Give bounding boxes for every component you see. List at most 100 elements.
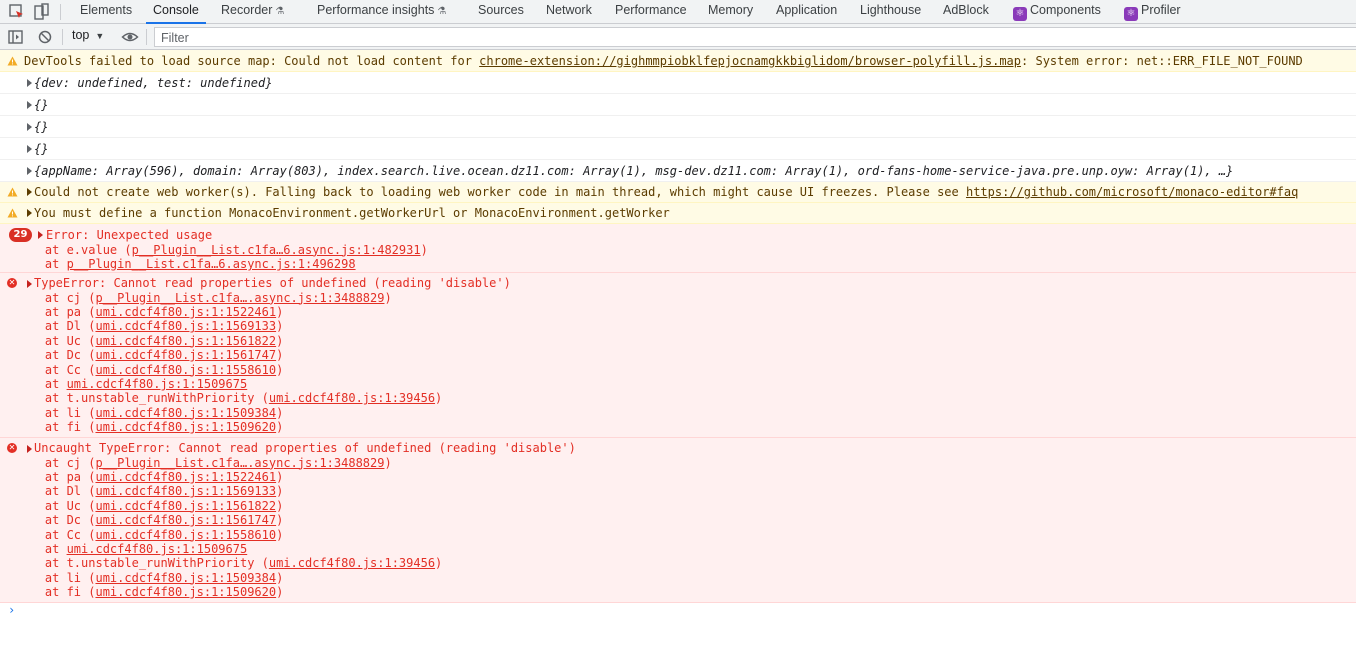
stack-frame-link[interactable]: p__Plugin__List.c1fa…6.async.js:1:496298 bbox=[67, 257, 356, 271]
tab-sources[interactable]: Sources bbox=[478, 0, 524, 24]
stack-frame-link[interactable]: umi.cdcf4f80.js:1:1509675 bbox=[67, 377, 248, 391]
toolbar-divider bbox=[60, 4, 61, 20]
tab-performance-insights[interactable]: Performance insights ⚗ bbox=[317, 0, 446, 24]
expand-arrow-icon[interactable] bbox=[27, 145, 32, 153]
stack-frame: at Uc (umi.cdcf4f80.js:1:1561822) bbox=[16, 334, 283, 348]
console-log-row[interactable]: {} bbox=[0, 116, 1356, 138]
stack-frame-link[interactable]: umi.cdcf4f80.js:1:1522461 bbox=[95, 470, 276, 484]
clear-console-icon[interactable] bbox=[36, 28, 54, 46]
tab-network[interactable]: Network bbox=[546, 0, 592, 24]
stack-frame-link[interactable]: umi.cdcf4f80.js:1:39456 bbox=[269, 391, 435, 405]
filter-input[interactable]: Filter bbox=[154, 27, 1356, 47]
stack-frame-link[interactable]: umi.cdcf4f80.js:1:1569133 bbox=[95, 319, 276, 333]
tab-components[interactable]: ⚛ Components bbox=[1013, 0, 1101, 24]
stack-frame-text: ) bbox=[384, 455, 392, 470]
docs-link[interactable]: https://github.com/microsoft/monaco-edit… bbox=[966, 185, 1298, 199]
stack-frame-text: at t.unstable_runWithPriority ( bbox=[16, 556, 269, 571]
expand-arrow-icon[interactable] bbox=[27, 101, 32, 109]
stack-frame-link[interactable]: umi.cdcf4f80.js:1:1509384 bbox=[95, 571, 276, 585]
stack-frame: at umi.cdcf4f80.js:1:1509675 bbox=[16, 542, 247, 556]
tab-label: Profiler bbox=[1141, 3, 1181, 17]
console-log-row[interactable]: {dev: undefined, test: undefined} bbox=[0, 72, 1356, 94]
stack-frame-link[interactable]: umi.cdcf4f80.js:1:1509675 bbox=[67, 542, 248, 556]
tab-label: Components bbox=[1030, 3, 1101, 17]
tab-label: Lighthouse bbox=[860, 3, 922, 17]
stack-frame-link[interactable]: p__Plugin__List.c1fa…6.async.js:1:482931 bbox=[132, 243, 421, 257]
expand-arrow-icon[interactable] bbox=[27, 79, 32, 87]
console-log-row[interactable]: {appName: Array(596), domain: Array(803)… bbox=[0, 160, 1356, 182]
stack-frame-link[interactable]: umi.cdcf4f80.js:1:39456 bbox=[269, 556, 435, 570]
device-toolbar-icon[interactable] bbox=[32, 3, 50, 21]
inspect-element-icon[interactable] bbox=[8, 3, 26, 21]
stack-frame-link[interactable]: umi.cdcf4f80.js:1:1558610 bbox=[95, 528, 276, 542]
stack-frame-text: at li ( bbox=[16, 570, 96, 585]
expand-arrow-icon[interactable] bbox=[38, 231, 43, 239]
stack-frame-text: at Cc ( bbox=[16, 527, 96, 542]
console-log-row[interactable]: {} bbox=[0, 138, 1356, 160]
console-log-row[interactable]: {} bbox=[0, 94, 1356, 116]
stack-frame: at Dl (umi.cdcf4f80.js:1:1569133) bbox=[16, 484, 283, 498]
object-preview[interactable]: {} bbox=[34, 142, 48, 156]
stack-frame-text: ) bbox=[276, 498, 284, 513]
tab-elements[interactable]: Elements bbox=[80, 0, 132, 24]
console-prompt[interactable]: › bbox=[8, 603, 15, 617]
object-preview[interactable]: {appName: Array(596), domain: Array(803)… bbox=[34, 164, 1233, 178]
object-preview[interactable]: {dev: undefined, test: undefined} bbox=[34, 76, 272, 90]
stack-frame-link[interactable]: umi.cdcf4f80.js:1:1561747 bbox=[95, 513, 276, 527]
stack-frame-text: at Dc ( bbox=[16, 513, 96, 528]
expand-arrow-icon[interactable] bbox=[27, 123, 32, 131]
sidebar-toggle-icon[interactable] bbox=[7, 28, 25, 46]
tab-label: Sources bbox=[478, 3, 524, 17]
tab-adblock[interactable]: AdBlock bbox=[943, 0, 989, 24]
stack-frame-text: at Dc ( bbox=[16, 348, 96, 363]
stack-frame-link[interactable]: umi.cdcf4f80.js:1:1569133 bbox=[95, 484, 276, 498]
tab-label: Performance bbox=[615, 3, 687, 17]
tab-label: Application bbox=[776, 3, 838, 17]
tab-label: Performance insights bbox=[317, 3, 435, 17]
expand-arrow-icon[interactable] bbox=[27, 445, 32, 453]
tab-console[interactable]: Console bbox=[146, 0, 206, 24]
object-preview[interactable]: {} bbox=[34, 98, 48, 112]
stack-frame: at cj (p__Plugin__List.c1fa….async.js:1:… bbox=[16, 456, 392, 470]
stack-frame-link[interactable]: umi.cdcf4f80.js:1:1561822 bbox=[95, 499, 276, 513]
stack-frame: at pa (umi.cdcf4f80.js:1:1522461) bbox=[16, 305, 283, 319]
stack-frame-link[interactable]: umi.cdcf4f80.js:1:1509620 bbox=[95, 420, 276, 434]
source-link[interactable]: chrome-extension://gighmmpiobklfepjocnam… bbox=[479, 54, 1021, 68]
expand-arrow-icon[interactable] bbox=[27, 167, 32, 175]
stack-frame-text: at e.value ( bbox=[16, 242, 132, 257]
tab-recorder[interactable]: Recorder ⚗ bbox=[221, 0, 284, 24]
stack-frame-text: ) bbox=[276, 420, 284, 435]
error-title: Error: Unexpected usage bbox=[46, 228, 213, 242]
stack-frame-text: ) bbox=[420, 242, 428, 257]
stack-frame-text: at fi ( bbox=[16, 585, 96, 600]
expand-arrow-icon[interactable] bbox=[27, 209, 32, 217]
stack-frame-link[interactable]: umi.cdcf4f80.js:1:1522461 bbox=[95, 305, 276, 319]
stack-frame: at umi.cdcf4f80.js:1:1509675 bbox=[16, 377, 247, 391]
tab-application[interactable]: Application bbox=[776, 0, 837, 24]
tab-label: AdBlock bbox=[943, 3, 989, 17]
stack-frame-link[interactable]: umi.cdcf4f80.js:1:1509384 bbox=[95, 406, 276, 420]
live-expression-eye-icon[interactable] bbox=[121, 28, 139, 46]
error-title: TypeError: Cannot read properties of und… bbox=[34, 276, 511, 290]
stack-frame-link[interactable]: umi.cdcf4f80.js:1:1561747 bbox=[95, 348, 276, 362]
stack-frame: at Cc (umi.cdcf4f80.js:1:1558610) bbox=[16, 363, 283, 377]
context-selector[interactable]: top ▼ bbox=[72, 28, 104, 42]
tab-lighthouse[interactable]: Lighthouse bbox=[860, 0, 921, 24]
expand-arrow-icon[interactable] bbox=[27, 280, 32, 288]
stack-frame-link[interactable]: p__Plugin__List.c1fa….async.js:1:3488829 bbox=[95, 456, 384, 470]
stack-frame-link[interactable]: umi.cdcf4f80.js:1:1509620 bbox=[95, 585, 276, 599]
error-icon: ✕ bbox=[7, 443, 17, 453]
tab-performance[interactable]: Performance bbox=[615, 0, 687, 24]
tab-memory[interactable]: Memory bbox=[708, 0, 753, 24]
warning-text: : System error: net::ERR_FILE_NOT_FOUND bbox=[1021, 54, 1303, 68]
tab-profiler[interactable]: ⚛ Profiler bbox=[1124, 0, 1181, 24]
expand-arrow-icon[interactable] bbox=[27, 188, 32, 196]
object-preview[interactable]: {} bbox=[34, 120, 48, 134]
stack-frame-link[interactable]: umi.cdcf4f80.js:1:1561822 bbox=[95, 334, 276, 348]
stack-frame-text: ) bbox=[276, 527, 284, 542]
stack-frame: at t.unstable_runWithPriority (umi.cdcf4… bbox=[16, 556, 442, 570]
stack-frame: at pa (umi.cdcf4f80.js:1:1522461) bbox=[16, 470, 283, 484]
stack-frame-link[interactable]: umi.cdcf4f80.js:1:1558610 bbox=[95, 363, 276, 377]
console-message-text: DevTools failed to load source map: Coul… bbox=[24, 54, 1303, 68]
stack-frame-link[interactable]: p__Plugin__List.c1fa….async.js:1:3488829 bbox=[95, 291, 384, 305]
